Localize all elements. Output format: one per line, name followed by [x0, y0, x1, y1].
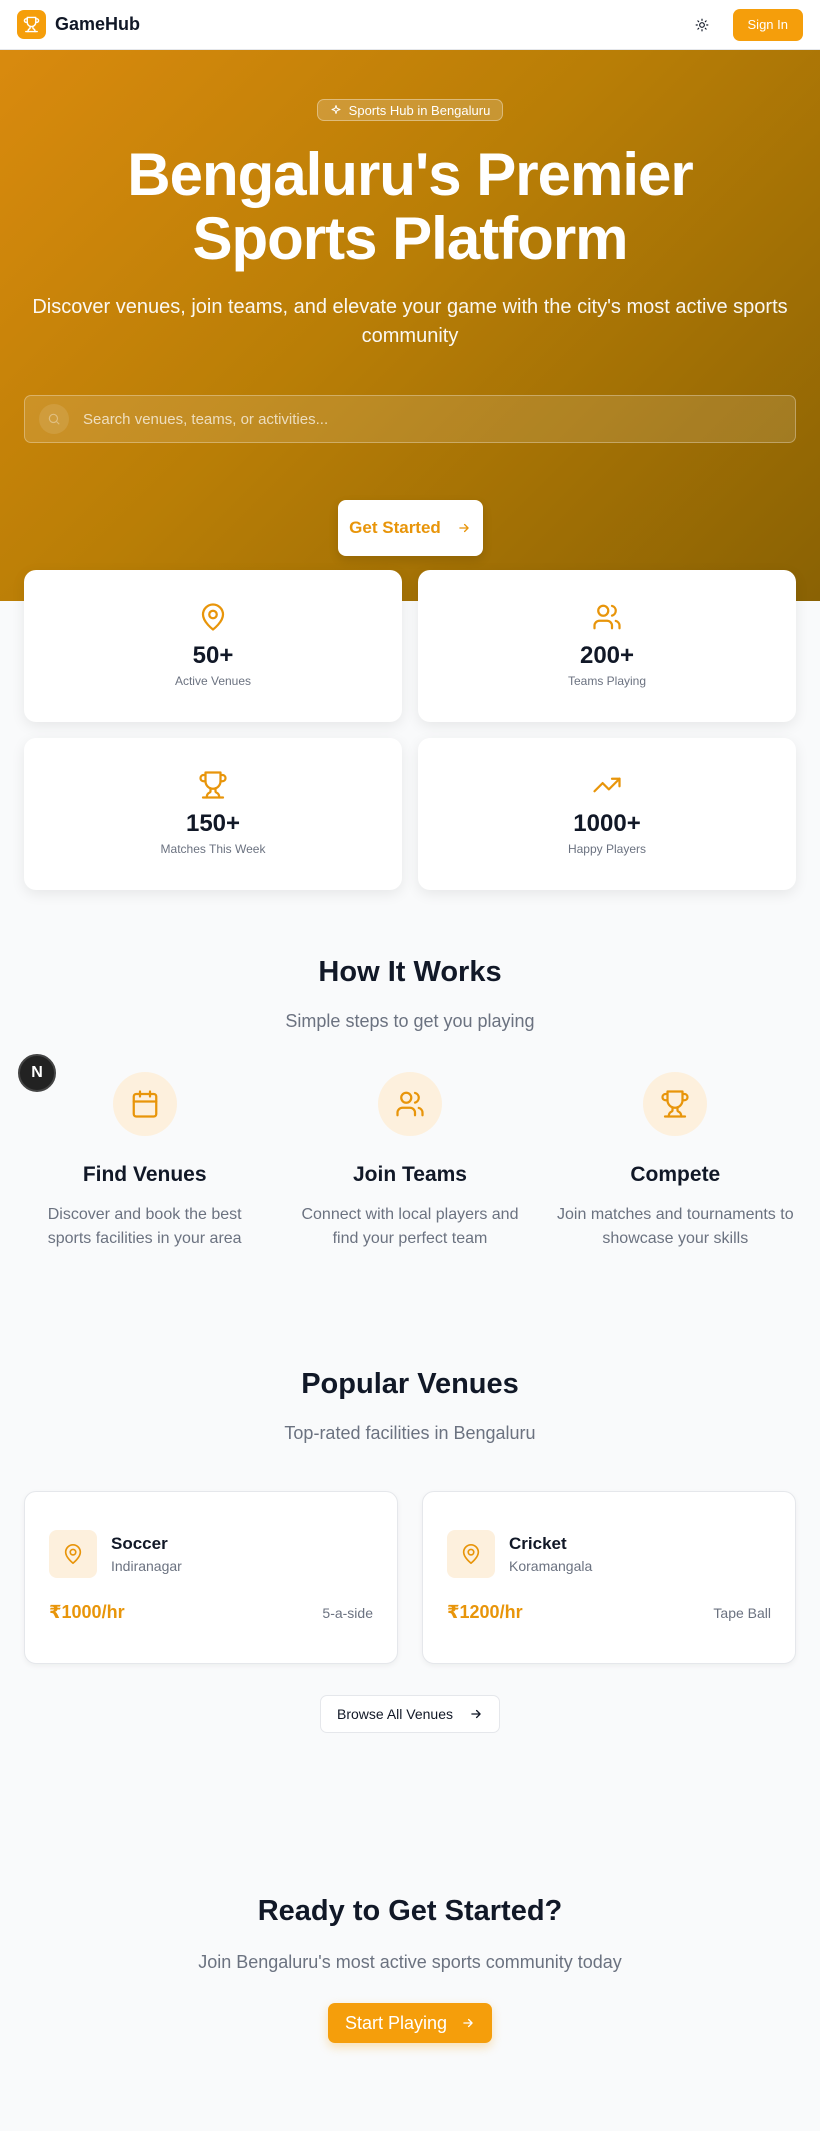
users-icon	[377, 1072, 442, 1136]
venue-location: Koramangala	[509, 1558, 593, 1574]
step-find-venues: Find Venues Discover and book the best s…	[12, 1072, 277, 1251]
hero-badge: Sports Hub in Bengaluru	[316, 99, 504, 121]
floating-n-badge[interactable]: N	[18, 1054, 56, 1092]
hero-section: Sports Hub in Bengaluru Bengaluru's Prem…	[0, 50, 820, 601]
get-started-label: Get Started	[349, 518, 441, 537]
venue-card-cricket[interactable]: Cricket Koramangala ₹1200/hr Tape Ball	[422, 1491, 796, 1664]
browse-label: Browse All Venues	[337, 1706, 453, 1722]
arrow-right-icon	[469, 1707, 483, 1721]
venue-format: Tape Ball	[713, 1604, 771, 1621]
venue-sport: Cricket	[509, 1534, 567, 1553]
search-bar[interactable]	[24, 395, 796, 443]
popular-venues-section: Popular Venues Top-rated facilities in B…	[0, 1251, 820, 1733]
sparkles-icon	[330, 104, 342, 116]
stat-value: 50+	[192, 642, 234, 669]
section-title: Popular Venues	[301, 1368, 519, 1400]
trophy-icon	[643, 1072, 708, 1136]
theme-toggle-button[interactable]	[689, 12, 715, 38]
venue-price: ₹1000/hr	[49, 1602, 125, 1622]
section-subtitle: Top-rated facilities in Bengaluru	[284, 1423, 536, 1443]
stat-card-teams: 200+ Teams Playing	[418, 570, 796, 722]
venue-sport: Soccer	[111, 1534, 168, 1553]
step-description: Connect with local players and find your…	[301, 1206, 519, 1247]
venue-location: Indiranagar	[111, 1558, 182, 1574]
start-playing-label: Start Playing	[344, 2012, 448, 2033]
get-started-button[interactable]: Get Started	[337, 500, 483, 556]
trending-up-icon	[592, 770, 622, 800]
how-it-works-section: How It Works Simple steps to get you pla…	[0, 890, 820, 1251]
hero-subtitle: Discover venues, join teams, and elevate…	[32, 296, 788, 347]
search-input[interactable]	[83, 410, 795, 428]
step-title: Find Venues	[82, 1163, 207, 1186]
section-title: How It Works	[318, 956, 502, 988]
stat-label: Teams Playing	[567, 674, 647, 688]
map-pin-icon	[49, 1530, 97, 1578]
sign-in-button[interactable]: Sign In	[732, 8, 803, 41]
start-playing-button[interactable]: Start Playing	[328, 2003, 492, 2043]
step-join-teams: Join Teams Connect with local players an…	[277, 1072, 542, 1251]
stat-card-players: 1000+ Happy Players	[418, 738, 796, 890]
brand-name: GameHub	[55, 14, 141, 34]
calendar-icon	[112, 1072, 177, 1136]
step-description: Join matches and tournaments to showcase…	[557, 1206, 794, 1247]
sun-icon	[695, 18, 709, 32]
trophy-logo-icon	[17, 10, 46, 39]
stat-value: 150+	[185, 810, 241, 837]
map-pin-icon	[198, 602, 228, 632]
stat-label: Happy Players	[567, 842, 647, 856]
hero-badge-text: Sports Hub in Bengaluru	[348, 102, 491, 118]
browse-all-venues-button[interactable]: Browse All Venues	[320, 1695, 500, 1733]
stat-card-venues: 50+ Active Venues	[24, 570, 402, 722]
arrow-right-icon	[461, 2016, 475, 2030]
top-navbar: GameHub Sign In	[0, 0, 820, 50]
step-title: Compete	[630, 1163, 721, 1186]
venue-format: 5-a-side	[322, 1604, 373, 1621]
stat-label: Active Venues	[174, 674, 252, 688]
step-description: Discover and book the best sports facili…	[47, 1206, 242, 1247]
venue-price: ₹1200/hr	[447, 1602, 523, 1622]
step-compete: Compete Join matches and tournaments to …	[543, 1072, 808, 1251]
trophy-icon	[198, 770, 228, 800]
venue-grid: Soccer Indiranagar ₹1000/hr 5-a-side Cri…	[0, 1491, 820, 1664]
section-subtitle: Simple steps to get you playing	[285, 1011, 535, 1031]
stat-value: 200+	[579, 642, 635, 669]
step-title: Join Teams	[353, 1163, 467, 1186]
stat-card-matches: 150+ Matches This Week	[24, 738, 402, 890]
arrow-right-icon	[457, 521, 471, 535]
hero-title: Bengaluru's Premier Sports Platform	[127, 141, 693, 272]
stat-value: 1000+	[573, 810, 641, 837]
search-icon	[39, 404, 69, 434]
stats-grid: 50+ Active Venues 200+ Teams Playing 150…	[0, 570, 820, 890]
steps-list: Find Venues Discover and book the best s…	[0, 1072, 820, 1251]
brand[interactable]: GameHub	[17, 10, 140, 39]
final-cta-title: Ready to Get Started?	[257, 1895, 563, 1927]
final-cta-section: Ready to Get Started? Join Bengaluru's m…	[0, 1733, 820, 2118]
map-pin-icon	[447, 1530, 495, 1578]
users-icon	[592, 602, 622, 632]
stat-label: Matches This Week	[160, 842, 266, 856]
final-cta-subtitle: Join Bengaluru's most active sports comm…	[198, 1952, 622, 1972]
venue-card-soccer[interactable]: Soccer Indiranagar ₹1000/hr 5-a-side	[24, 1491, 398, 1664]
